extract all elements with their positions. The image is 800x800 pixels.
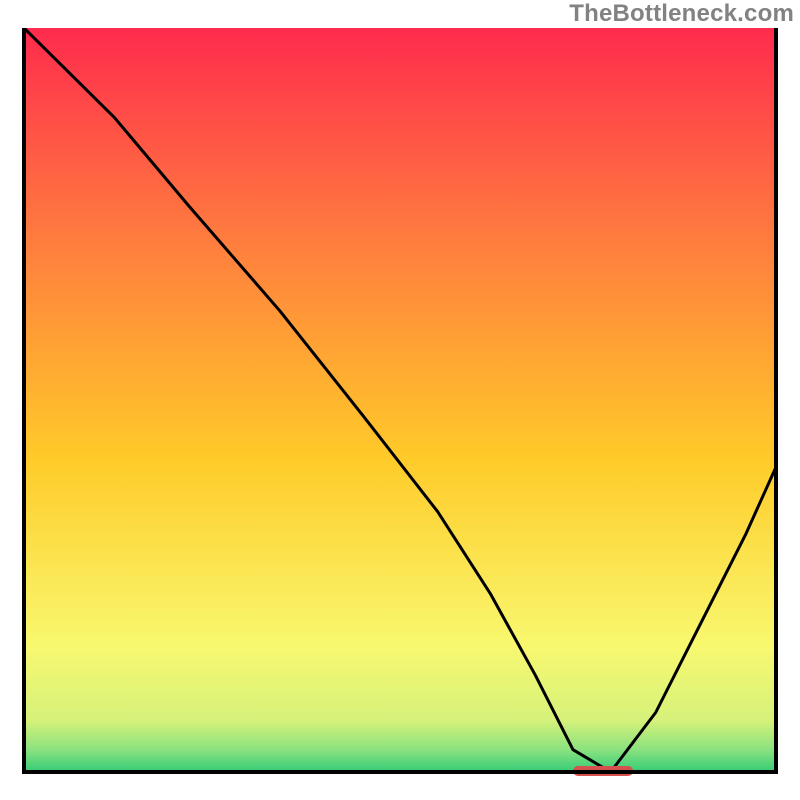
chart-root: TheBottleneck.com [0,0,800,800]
watermark-text: TheBottleneck.com [569,0,794,28]
chart-canvas [0,0,800,800]
plot-background [24,28,776,772]
